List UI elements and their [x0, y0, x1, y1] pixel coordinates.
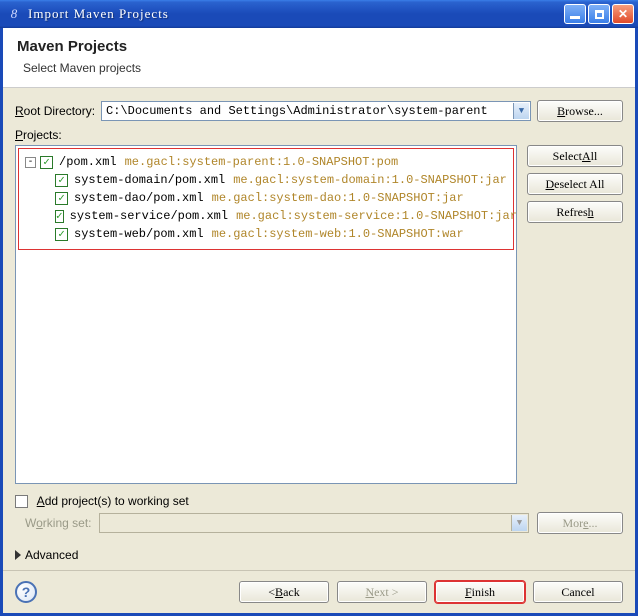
add-to-working-set-label: Add project(s) to working set [37, 494, 189, 508]
tree-node[interactable]: - /pom.xml me.gacl:system-parent:1.0-SNAPS… [25, 153, 507, 171]
projects-label: Projects: [15, 128, 623, 142]
checkbox[interactable] [55, 228, 68, 241]
close-button[interactable]: ✕ [612, 4, 634, 24]
projects-tree[interactable]: - /pom.xml me.gacl:system-parent:1.0-SNAPS… [15, 145, 517, 484]
working-set-combo: ▼ [99, 513, 529, 533]
gav-coordinates: me.gacl:system-domain:1.0-SNAPSHOT:jar [233, 173, 507, 187]
titlebar: 8 Import Maven Projects ✕ [0, 0, 638, 28]
page-subtitle: Select Maven projects [17, 61, 621, 75]
refresh-button[interactable]: Refresh [527, 201, 623, 223]
add-to-working-set-row: Add project(s) to working set [15, 494, 623, 508]
gav-coordinates: me.gacl:system-parent:1.0-SNAPSHOT:pom [125, 155, 399, 169]
more-button: More... [537, 512, 623, 534]
pom-path: system-dao/pom.xml [74, 191, 204, 205]
wizard-header: Maven Projects Select Maven projects [3, 28, 635, 88]
tree-node[interactable]: system-dao/pom.xml me.gacl:system-dao:1.0… [25, 189, 507, 207]
gav-coordinates: me.gacl:system-dao:1.0-SNAPSHOT:jar [212, 191, 464, 205]
advanced-toggle[interactable]: Advanced [15, 548, 623, 562]
help-icon[interactable]: ? [15, 581, 37, 603]
chevron-down-icon[interactable]: ▼ [513, 103, 529, 119]
back-button[interactable]: < Back [239, 581, 329, 603]
gav-coordinates: me.gacl:system-service:1.0-SNAPSHOT:jar [236, 209, 517, 223]
checkbox[interactable] [55, 210, 64, 223]
deselect-all-button[interactable]: Deselect All [527, 173, 623, 195]
tree-node[interactable]: system-service/pom.xmlme.gacl:system-ser… [25, 207, 507, 225]
checkbox[interactable] [55, 192, 68, 205]
root-directory-value: C:\Documents and Settings\Administrator\… [106, 104, 488, 118]
pom-path: system-domain/pom.xml [74, 173, 225, 187]
finish-button[interactable]: Finish [435, 581, 525, 603]
checkbox[interactable] [40, 156, 53, 169]
window-title: Import Maven Projects [28, 6, 564, 22]
minimize-button[interactable] [564, 4, 586, 24]
gav-coordinates: me.gacl:system-web:1.0-SNAPSHOT:war [212, 227, 464, 241]
pom-path: system-web/pom.xml [74, 227, 204, 241]
next-button: Next > [337, 581, 427, 603]
select-all-button[interactable]: Select All [527, 145, 623, 167]
checkbox[interactable] [55, 174, 68, 187]
triangle-right-icon [15, 550, 21, 560]
wizard-footer: ? < Back Next > Finish Cancel [3, 570, 635, 613]
expander-icon[interactable]: - [25, 157, 36, 168]
chevron-down-icon: ▼ [511, 515, 527, 531]
pom-path: system-service/pom.xml [70, 209, 228, 223]
root-directory-label: Root Directory: [15, 104, 95, 118]
cancel-button[interactable]: Cancel [533, 581, 623, 603]
pom-path: /pom.xml [59, 155, 117, 169]
tree-node[interactable]: system-domain/pom.xml me.gacl:system-doma… [25, 171, 507, 189]
root-directory-combo[interactable]: C:\Documents and Settings\Administrator\… [101, 101, 531, 121]
browse-button[interactable]: Browse... [537, 100, 623, 122]
add-to-working-set-checkbox[interactable] [15, 495, 28, 508]
working-set-label: Working set: [25, 516, 91, 530]
tree-node[interactable]: system-web/pom.xml me.gacl:system-web:1.0… [25, 225, 507, 243]
advanced-label: Advanced [25, 548, 78, 562]
app-icon: 8 [6, 6, 22, 22]
maximize-button[interactable] [588, 4, 610, 24]
page-title: Maven Projects [17, 38, 621, 55]
